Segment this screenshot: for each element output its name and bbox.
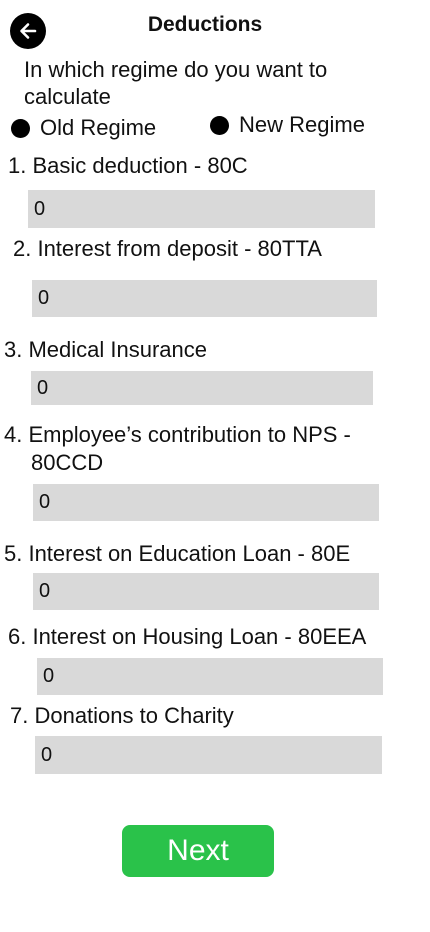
- radio-dot-icon: [210, 115, 229, 135]
- label-80c: 1. Basic deduction - 80C: [8, 153, 248, 178]
- input-80ccd[interactable]: [33, 484, 379, 521]
- input-80c[interactable]: [28, 190, 375, 228]
- regime-question: In which regime do you want to calculate: [24, 57, 328, 109]
- label-80ccd-line2: 80CCD: [31, 450, 104, 475]
- page-title: Deductions: [147, 13, 263, 36]
- label-80tta: 2. Interest from deposit - 80TTA: [13, 236, 322, 261]
- radio-old-regime[interactable]: Old Regime: [11, 115, 156, 141]
- input-medical-insurance[interactable]: [31, 371, 373, 405]
- radio-label: New Regime: [239, 112, 365, 137]
- input-donations[interactable]: [35, 736, 382, 774]
- radio-dot-icon: [11, 118, 30, 138]
- label-donations: 7. Donations to Charity: [10, 703, 234, 728]
- label-medical-insurance: 3. Medical Insurance: [4, 337, 207, 362]
- label-80eea: 6. Interest on Housing Loan - 80EEA: [8, 624, 367, 649]
- label-80e: 5. Interest on Education Loan - 80E: [4, 541, 351, 566]
- input-80e[interactable]: [33, 573, 379, 610]
- input-80tta[interactable]: [32, 280, 377, 317]
- next-button[interactable]: Next: [122, 825, 274, 877]
- input-80eea[interactable]: [37, 658, 383, 695]
- radio-label: Old Regime: [40, 115, 157, 140]
- radio-new-regime[interactable]: New Regime: [210, 112, 365, 138]
- label-80ccd: 4. Employee’s contribution to NPS -: [4, 422, 351, 447]
